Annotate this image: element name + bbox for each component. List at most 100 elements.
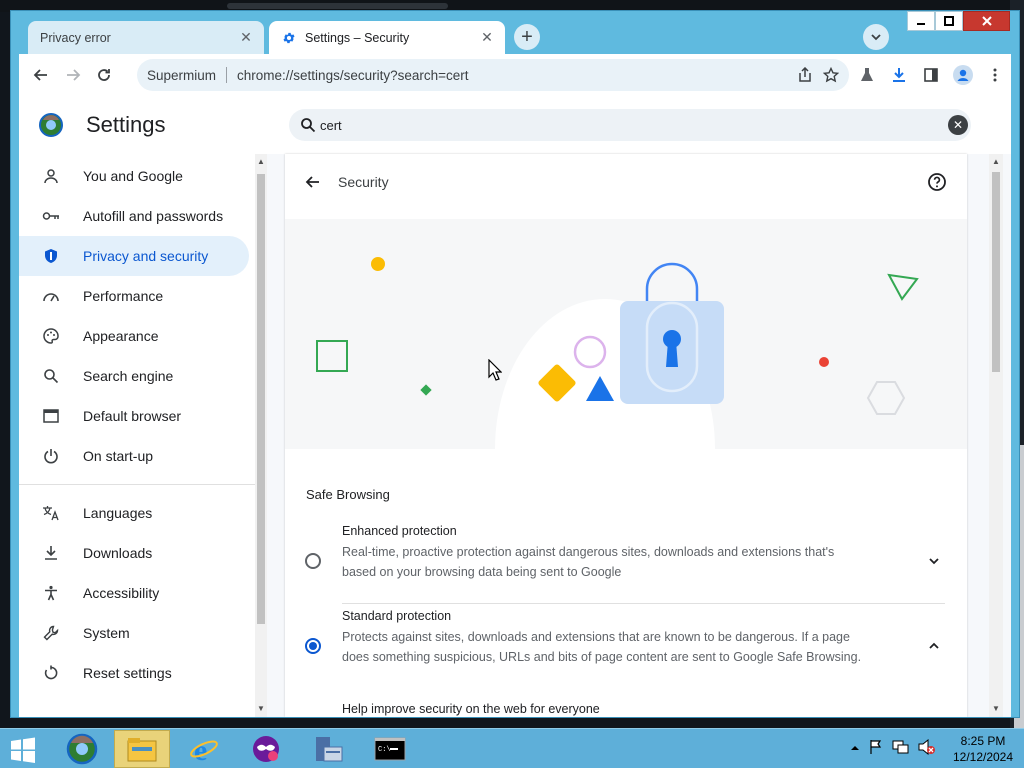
- minimize-icon: [917, 23, 925, 25]
- enhanced-protection-option[interactable]: Enhanced protection Real-time, proactive…: [285, 524, 967, 604]
- close-window-button[interactable]: [963, 11, 1010, 31]
- page-title: Security: [338, 174, 389, 190]
- tab-privacy-error[interactable]: Privacy error ✕: [28, 21, 264, 54]
- taskbar-app-internet-explorer[interactable]: e: [176, 730, 232, 768]
- enhanced-protection-radio[interactable]: [305, 553, 321, 569]
- sidebar-item-reset-settings[interactable]: Reset settings: [19, 653, 249, 693]
- omnibox-divider: [226, 67, 228, 83]
- tab-strip: Privacy error ✕ Settings – Security ✕ +: [11, 11, 1019, 55]
- collapse-button[interactable]: [925, 637, 943, 655]
- settings-search-input[interactable]: cert ✕: [289, 109, 971, 141]
- taskbar-app-file-explorer[interactable]: [114, 730, 170, 768]
- standard-protection-option[interactable]: Standard protection Protects against sit…: [285, 609, 967, 689]
- minimize-button[interactable]: [907, 11, 935, 31]
- taskbar: e C:\ 8:25 PM 12/12/2024: [0, 728, 1024, 768]
- taskbar-app-server-manager[interactable]: [300, 730, 356, 768]
- sidebar-item-performance[interactable]: Performance: [19, 276, 249, 316]
- close-tab-icon[interactable]: ✕: [238, 29, 254, 46]
- expand-button[interactable]: [925, 552, 943, 570]
- tray-overflow-icon[interactable]: [850, 740, 860, 758]
- security-card: Security Safe Browsing Enhanced protecti…: [285, 154, 967, 717]
- yellow-dot-shape: [371, 257, 385, 271]
- back-button[interactable]: [302, 171, 324, 193]
- side-panel-icon: [924, 68, 938, 82]
- clear-search-button[interactable]: ✕: [948, 115, 968, 135]
- page-scroll-thumb[interactable]: [992, 172, 1000, 372]
- share-icon[interactable]: [797, 67, 813, 83]
- accessibility-icon: [42, 584, 60, 602]
- help-icon[interactable]: [927, 172, 947, 192]
- sidebar-item-label: Reset settings: [83, 665, 172, 681]
- scroll-down-arrow[interactable]: ▼: [992, 704, 1000, 714]
- new-tab-button[interactable]: +: [514, 24, 540, 50]
- sidebar-item-label: Appearance: [83, 328, 159, 344]
- shield-icon: [42, 247, 60, 265]
- option-description: Protects against sites, downloads and ex…: [342, 627, 887, 667]
- sidebar-item-label: Search engine: [83, 368, 174, 384]
- sidebar-scrollbar[interactable]: ▲ ▼: [255, 154, 267, 717]
- sidebar-item-downloads[interactable]: Downloads: [19, 533, 249, 573]
- forward-button[interactable]: [61, 63, 85, 87]
- reload-button[interactable]: [92, 63, 116, 87]
- taskbar-clock[interactable]: 8:25 PM 12/12/2024: [948, 733, 1018, 765]
- scroll-up-arrow[interactable]: ▲: [992, 157, 1000, 167]
- labs-button[interactable]: [855, 63, 879, 87]
- sidebar-scroll-thumb[interactable]: [257, 174, 265, 624]
- option-description-line: Real-time, proactive protection against …: [342, 545, 835, 559]
- sidebar-item-label: You and Google: [83, 168, 183, 184]
- start-button[interactable]: [8, 737, 38, 763]
- maximize-icon: [944, 16, 954, 26]
- help-improve-text: Help improve security on the web for eve…: [342, 702, 600, 716]
- reload-icon: [98, 69, 110, 81]
- sidebar-item-accessibility[interactable]: Accessibility: [19, 573, 249, 613]
- sidebar-item-label: Autofill and passwords: [83, 208, 224, 224]
- site-chip: Supermium: [147, 67, 217, 83]
- tab-search-button[interactable]: [863, 24, 889, 50]
- red-dot-shape: [819, 357, 829, 367]
- tab-settings-security[interactable]: Settings – Security ✕: [269, 21, 505, 54]
- volume-muted-icon[interactable]: [918, 738, 936, 760]
- profile-button[interactable]: [951, 63, 975, 87]
- sidebar-item-you-and-google[interactable]: You and Google: [19, 156, 249, 196]
- taskbar-app-supermium[interactable]: [54, 730, 110, 768]
- side-panel-button[interactable]: [919, 63, 943, 87]
- back-button[interactable]: [29, 63, 53, 87]
- menu-button[interactable]: [983, 63, 1007, 87]
- chevron-down-icon: [929, 558, 939, 565]
- sidebar-item-languages[interactable]: Languages: [19, 493, 249, 533]
- translate-icon: [42, 504, 60, 522]
- close-tab-icon[interactable]: ✕: [479, 29, 495, 46]
- downloads-button[interactable]: [887, 63, 911, 87]
- page-scrollbar[interactable]: ▲ ▼: [989, 154, 1003, 717]
- scroll-up-arrow[interactable]: ▲: [257, 157, 265, 167]
- sidebar-item-appearance[interactable]: Appearance: [19, 316, 249, 356]
- standard-protection-radio[interactable]: [305, 638, 321, 654]
- sidebar-item-default-browser[interactable]: Default browser: [19, 396, 249, 436]
- settings-title: Settings: [86, 112, 166, 137]
- option-description-line: does something suspicious, URLs and bits…: [342, 650, 862, 664]
- sidebar-item-autofill[interactable]: Autofill and passwords: [19, 196, 249, 236]
- flag-icon[interactable]: [868, 739, 884, 760]
- sidebar-item-system[interactable]: System: [19, 613, 249, 653]
- settings-body: You and Google Autofill and passwords Pr…: [19, 154, 1011, 717]
- person-icon: [42, 167, 60, 185]
- taskbar-app-command-prompt[interactable]: C:\: [362, 730, 418, 768]
- supermium-icon: [66, 733, 98, 765]
- tab-label: Settings – Security: [305, 30, 410, 45]
- sidebar-item-label: Default browser: [83, 408, 182, 424]
- address-bar[interactable]: Supermium chrome://settings/security?sea…: [137, 59, 849, 91]
- network-icon[interactable]: [892, 739, 910, 760]
- scroll-down-arrow[interactable]: ▼: [257, 704, 265, 714]
- maximize-button[interactable]: [935, 11, 963, 31]
- taskbar-app-privacy-tool[interactable]: [238, 730, 294, 768]
- sidebar-item-label: Privacy and security: [83, 248, 209, 264]
- sidebar-item-search-engine[interactable]: Search engine: [19, 356, 249, 396]
- window-controls: [907, 11, 1010, 31]
- svg-text:C:\: C:\: [378, 746, 391, 754]
- clock-time: 8:25 PM: [960, 734, 1006, 748]
- bookmark-star-icon[interactable]: [823, 67, 839, 83]
- sidebar-item-privacy[interactable]: Privacy and security: [19, 236, 249, 276]
- reset-icon: [42, 664, 60, 682]
- sidebar-item-on-start-up[interactable]: On start-up: [19, 436, 249, 476]
- option-description-line: based on your browsing data being sent t…: [342, 565, 622, 579]
